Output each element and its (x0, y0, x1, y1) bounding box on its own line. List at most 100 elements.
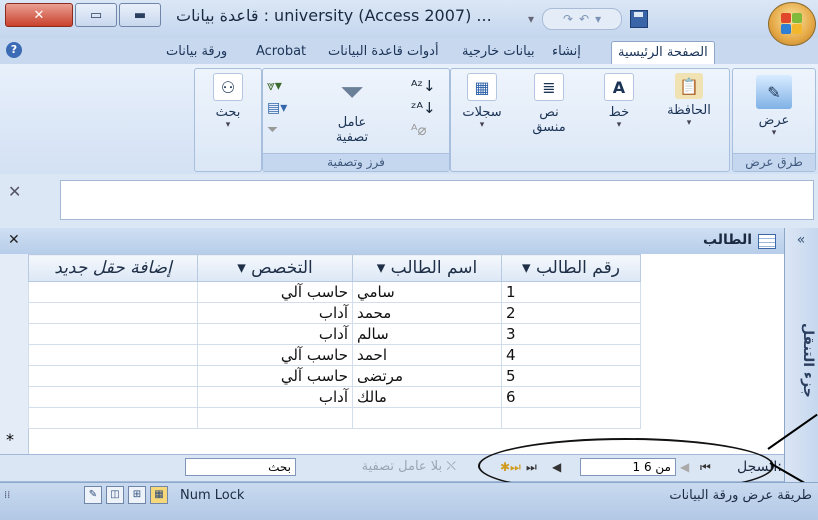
students-table: رقم الطالب ▾ اسم الطالب ▾ التخصص ▾ إضافة… (28, 254, 641, 429)
table-row[interactable]: 5 مرتضى حاسب آلي (28, 365, 641, 387)
cell-new-field[interactable] (28, 344, 198, 366)
quick-access-toolbar: ▾ ↷ ↶ ▾ (528, 8, 708, 30)
font-button[interactable]: A خط ▾ (591, 73, 647, 130)
table-row[interactable]: 2 محمد آداب (28, 302, 641, 324)
sort-icons[interactable]: ᴬᶻ↓ ᶻᴬ↓ ᴬ⌀ (411, 75, 436, 141)
cell-new-field[interactable] (28, 281, 198, 303)
cell-new-field[interactable] (28, 302, 198, 324)
design-view-icon[interactable]: ✎ (84, 486, 102, 504)
table-icon (758, 234, 776, 249)
toggle-filter-icon[interactable]: ⏷ (267, 119, 287, 141)
record-selector-column[interactable] (0, 254, 29, 454)
cell-new-field[interactable] (28, 407, 198, 429)
undo-icon[interactable]: ↶ (579, 12, 589, 26)
help-icon[interactable]: ? (6, 42, 22, 58)
column-header-student-name[interactable]: اسم الطالب ▾ (352, 254, 502, 282)
table-row[interactable]: 6 مالك آداب (28, 386, 641, 408)
records-button[interactable]: ▦ سجلات ▾ (453, 73, 511, 130)
clipboard-text-group: 📋 الحافظة ▾ A خط ▾ ≣ نص منسق ▦ سجلات ▾ (450, 68, 730, 172)
cell-student-name[interactable]: سالم (352, 323, 502, 345)
close-window-button[interactable]: ✕ (5, 3, 73, 27)
font-icon: A (604, 73, 634, 101)
cell-student-id[interactable]: 2 (501, 302, 641, 324)
cell-new-field[interactable] (28, 386, 198, 408)
clear-sort-icon[interactable]: ᴬ⌀ (411, 119, 436, 141)
selection-filter-icon[interactable]: ⩔▾ (267, 75, 287, 97)
filter-button[interactable]: ⏷ عامل تصفية (309, 73, 395, 146)
cell-major[interactable]: حاسب آلي (197, 365, 353, 387)
tab-create[interactable]: إنشاء (546, 41, 587, 63)
tab-acrobat[interactable]: Acrobat (250, 41, 312, 63)
cell-student-id[interactable]: 3 (501, 323, 641, 345)
datasheet-title[interactable]: الطالب (652, 232, 752, 248)
font-label: خط (608, 105, 630, 120)
office-button[interactable] (768, 2, 816, 46)
cell-new-field[interactable] (28, 365, 198, 387)
message-bar-close-icon[interactable]: ✕ (8, 182, 21, 201)
cell-student-id[interactable]: 5 (501, 365, 641, 387)
no-filter-indicator[interactable]: بلا عامل تصفية ⛌ (306, 459, 456, 474)
cell-major[interactable]: آداب (197, 386, 353, 408)
column-header-add-field[interactable]: إضافة حقل جديد (28, 254, 198, 282)
find-label: بحث (215, 105, 241, 120)
filter-funnel-icon: ⏷ (340, 74, 364, 110)
cell-student-name[interactable]: سامي (352, 281, 502, 303)
maximize-button[interactable]: ▭ (75, 3, 117, 27)
search-field[interactable]: بحث (185, 458, 296, 476)
tab-external-data[interactable]: بيانات خارجية (456, 41, 541, 63)
sort-descending-icon[interactable]: ᶻᴬ↓ (411, 97, 436, 119)
tab-database-tools[interactable]: أدوات قاعدة البيانات (322, 41, 445, 63)
view-label: عرض (758, 113, 790, 128)
cell-major[interactable]: آداب (197, 302, 353, 324)
cell-student-name[interactable]: مرتضى (352, 365, 502, 387)
filter-label: عامل تصفية (335, 115, 369, 145)
datasheet-view-icon[interactable]: ▦ (150, 486, 168, 504)
cell-major[interactable] (197, 407, 353, 429)
table-row[interactable]: 4 احمد حاسب آلي (28, 344, 641, 366)
advanced-filter-icon[interactable]: ▤▾ (267, 97, 287, 119)
clipboard-button[interactable]: 📋 الحافظة ▾ (657, 73, 721, 128)
cell-student-id[interactable]: 6 (501, 386, 641, 408)
resize-grip-icon[interactable]: ⁞⁞ (4, 490, 10, 501)
rich-text-button[interactable]: ≣ نص منسق (517, 73, 581, 135)
cell-student-name[interactable] (352, 407, 502, 429)
cell-student-name[interactable]: احمد (352, 344, 502, 366)
cell-new-field[interactable] (28, 323, 198, 345)
undo-dropdown-icon[interactable]: ▾ (595, 12, 601, 26)
view-icon: ✎ (756, 75, 792, 109)
minimize-button[interactable]: ▬ (119, 3, 161, 27)
tab-datasheet[interactable]: ورقة بيانات (160, 41, 233, 63)
cell-major[interactable]: آداب (197, 323, 353, 345)
close-datasheet-icon[interactable]: ✕ (8, 232, 20, 248)
message-bar-field[interactable] (60, 180, 814, 220)
find-button[interactable]: ⚇ بحث ▾ (201, 73, 255, 130)
column-header-major[interactable]: التخصص ▾ (197, 254, 353, 282)
pivottable-view-icon[interactable]: ⊞ (128, 486, 146, 504)
cell-student-id[interactable] (501, 407, 641, 429)
qat-dropdown-icon[interactable]: ▾ (528, 12, 534, 26)
tab-home[interactable]: الصفحة الرئيسية (611, 41, 715, 65)
cell-major[interactable]: حاسب آلي (197, 281, 353, 303)
view-dropdown-icon: ▾ (771, 128, 777, 138)
cell-major[interactable]: حاسب آلي (197, 344, 353, 366)
new-record-row[interactable] (28, 407, 641, 429)
cell-student-id[interactable]: 1 (501, 281, 641, 303)
clipboard-label: الحافظة (667, 103, 711, 118)
redo-icon[interactable]: ↷ (563, 12, 573, 26)
table-row[interactable]: 3 سالم آداب (28, 323, 641, 345)
pivotchart-view-icon[interactable]: ◫ (106, 486, 124, 504)
undo-redo-group[interactable]: ↷ ↶ ▾ (542, 8, 623, 30)
save-icon[interactable] (630, 10, 649, 28)
nav-pane-label[interactable]: جزء التنقل (786, 320, 816, 400)
ribbon-empty-area (4, 68, 190, 170)
table-row[interactable]: 1 سامي حاسب آلي (28, 281, 641, 303)
view-button[interactable]: ✎ عرض ▾ (743, 75, 805, 138)
header-row: رقم الطالب ▾ اسم الطالب ▾ التخصص ▾ إضافة… (28, 254, 641, 282)
cell-student-id[interactable]: 4 (501, 344, 641, 366)
cell-student-name[interactable]: محمد (352, 302, 502, 324)
nav-pane-toggle-icon[interactable]: « (786, 232, 816, 248)
sort-ascending-icon[interactable]: ᴬᶻ↓ (411, 75, 436, 97)
cell-student-name[interactable]: مالك (352, 386, 502, 408)
rich-text-label: نص منسق (532, 105, 566, 135)
column-header-student-id[interactable]: رقم الطالب ▾ (501, 254, 641, 282)
